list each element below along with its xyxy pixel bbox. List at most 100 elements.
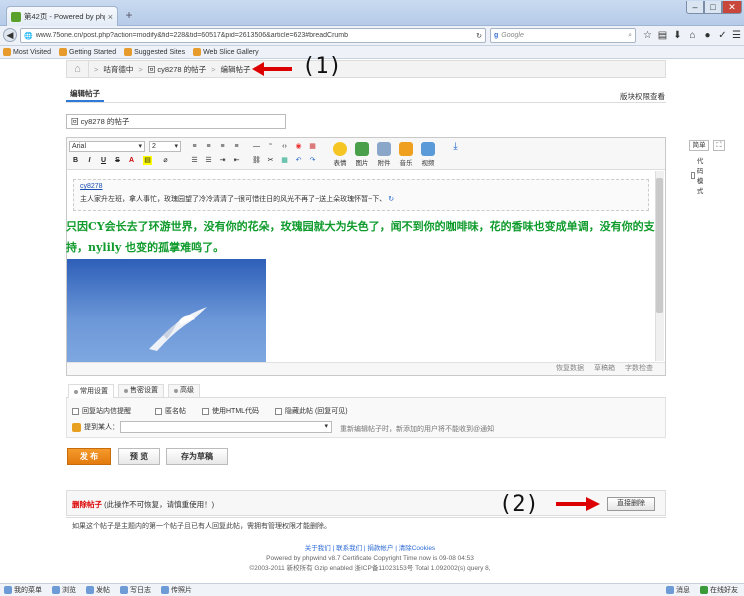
redo-icon[interactable]: ↷ [308,156,317,165]
star-icon[interactable]: ☆ [641,29,654,42]
italic-icon[interactable]: I [85,156,94,165]
url-text: www.75one.cn/post.php?action=modify&fid=… [35,32,349,39]
clear-format-icon[interactable]: ⌀ [161,156,170,165]
unordered-list-icon[interactable]: ☰ [204,156,213,165]
link-icon[interactable]: ⛓ [252,156,261,165]
option-anonymous[interactable]: 匿名帖 [155,406,186,416]
ordered-list-icon[interactable]: ☰ [190,156,199,165]
tab-edit-post[interactable]: 编辑帖子 [66,86,104,102]
indent-icon[interactable]: ⇥ [218,156,227,165]
bookmark-item[interactable]: Most Visited [3,48,51,56]
checkbox[interactable] [275,407,282,415]
back-button[interactable]: ◀ [3,28,17,42]
insert-table-icon[interactable]: ▦ [280,156,289,165]
flash-icon[interactable]: ◉ [294,142,303,151]
mention-input[interactable]: ▾ [120,421,332,433]
outdent-icon[interactable]: ⇤ [232,156,241,165]
publish-button[interactable]: 发 布 [67,448,111,465]
download-icon[interactable]: ⬇ [671,29,684,42]
restore-data-link[interactable]: 恢复数据 [556,363,584,375]
breadcrumb-item[interactable]: 咕育德中 [103,64,133,75]
font-color-icon[interactable]: A [127,156,136,165]
clipboard-icon[interactable]: ▤ [656,29,669,42]
undo-icon[interactable]: ↶ [294,156,303,165]
subject-input[interactable]: 回 cy8278 的帖子 [66,114,286,129]
strikethrough-icon[interactable]: S [113,156,122,165]
align-right-icon[interactable]: ≡ [218,142,227,151]
reload-icon[interactable]: ↻ [476,32,482,40]
toolbar-item-post[interactable]: 发帖 [86,585,110,595]
bookmark-item[interactable]: Web Slice Gallery [193,48,259,56]
align-left-icon[interactable]: ≡ [190,142,199,151]
tab-close-icon[interactable]: × [108,12,113,22]
menu-icon[interactable]: ☰ [730,29,743,42]
post-body-text[interactable]: 只因CY会长去了环游世界，没有你的花朵，玫瑰园就大为失色了，闻不到你的咖啡味，花… [66,216,656,258]
toolbar-item-online-friends[interactable]: 在线好友 [700,585,738,595]
emoticon-button[interactable]: 表情 [331,142,349,168]
bold-icon[interactable]: B [71,156,80,165]
toolbar-item-messages[interactable]: 消息 [666,585,690,595]
toolbar-item-menu[interactable]: 我的菜单 [4,585,42,595]
bookmark-item[interactable]: Getting Started [59,48,116,56]
simple-mode-button[interactable]: 简单 [689,140,709,151]
tab-advanced[interactable]: 高级 [168,384,200,397]
tab-common-settings[interactable]: 常用设置 [68,384,114,398]
toolbar-item-photo[interactable]: 传照片 [161,585,192,595]
toolbar-item-browse[interactable]: 浏览 [52,585,76,595]
bookmark-item[interactable]: Suggested Sites [124,48,185,56]
sync-icon[interactable]: ✓ [716,29,729,42]
toolbar-item-diary[interactable]: 写日志 [120,585,151,595]
code-mode-toggle[interactable]: 代码模式 [691,155,707,195]
preview-button[interactable]: 预 览 [118,448,160,465]
checkbox[interactable] [72,407,79,415]
address-bar[interactable]: 🌐 www.75one.cn/post.php?action=modify&fi… [20,28,486,43]
code-icon[interactable]: ‹› [280,142,289,151]
search-icon[interactable]: ⌕ [628,32,632,40]
site-toolbar: 我的菜单 浏览 发帖 写日志 传照片 消息 在线好友 [0,583,744,596]
code-mode-checkbox[interactable] [691,171,695,179]
quote-author[interactable]: cy8278 [80,183,642,190]
save-draft-button[interactable]: 存为草稿 [166,448,228,465]
image-button[interactable]: 图片 [353,142,371,168]
delete-directly-button[interactable]: 直接删除 [607,497,655,511]
seagull-illustration [149,307,207,351]
word-count-link[interactable]: 字数检查 [625,363,653,375]
home-icon[interactable]: ⌂ [686,29,699,42]
hr-icon[interactable]: — [252,142,261,151]
home-icon[interactable]: ⌂ [67,61,89,77]
option-reply-notify[interactable]: 回复站内信提醒 [72,406,131,416]
option-html-code[interactable]: 使用HTML代码 [202,406,259,416]
browser-tab[interactable]: 第42页 - Powered by php... × [6,6,118,26]
permission-link[interactable]: 版块权限查看 [620,91,665,102]
quote-icon[interactable]: “ [266,142,275,151]
video-button[interactable]: 视频 [419,142,437,168]
font-family-select[interactable]: Arial ▾ [69,141,145,152]
table-icon[interactable]: ▦ [308,142,317,151]
breadcrumb-item[interactable]: 回 cy8278 的帖子 [148,64,206,75]
close-window-button[interactable]: ✕ [722,1,742,14]
quote-jump-icon[interactable]: ↻ [388,196,394,203]
underline-icon[interactable]: U [99,156,108,165]
search-box[interactable]: g Google ⌕ [490,28,636,43]
globe-icon: 🌐 [24,32,33,40]
download-icon[interactable]: ⤓ [451,142,460,152]
new-tab-button[interactable]: + [122,8,136,22]
minimize-button[interactable]: – [686,1,704,14]
unlink-icon[interactable]: ✂ [266,156,275,165]
font-size-select[interactable]: 2 ▾ [149,141,181,152]
footer-links[interactable]: 关于我们 | 联系我们 | 捐款帐户 | 清除Cookies [220,544,520,554]
maximize-button[interactable]: □ [704,1,722,14]
editor-scroll-thumb[interactable] [656,178,663,313]
align-center-icon[interactable]: ≡ [204,142,213,151]
drafts-link[interactable]: 草稿箱 [594,363,615,375]
highlight-icon[interactable]: ▤ [143,156,152,165]
music-button[interactable]: 音乐 [397,142,415,168]
checkbox[interactable] [202,407,209,415]
tab-sale-settings[interactable]: 售密设置 [118,384,164,397]
attachment-button[interactable]: 附件 [375,142,393,168]
checkbox[interactable] [155,407,162,415]
align-justify-icon[interactable]: ≡ [232,142,241,151]
option-hide-post[interactable]: 隐藏此帖 (回复可见) [275,406,348,416]
fullscreen-icon[interactable]: ⛶ [713,140,725,151]
addon-icon[interactable]: ● [701,29,714,42]
